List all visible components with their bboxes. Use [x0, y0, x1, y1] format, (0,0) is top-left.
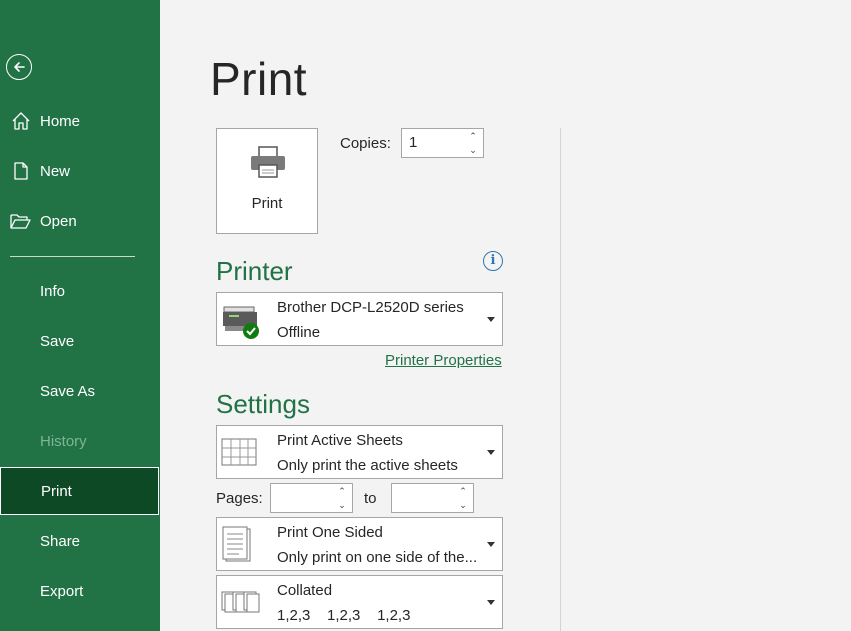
nav-share-label: Share — [40, 532, 81, 550]
nav-history-label: History — [40, 432, 87, 450]
pages-label: Pages: — [216, 490, 263, 507]
back-arrow-icon — [14, 62, 25, 72]
pages-from-up-icon[interactable]: ⌃ — [336, 486, 348, 496]
print-panel: Print Print Copies: 1 ⌃ ⌄ Printer i Brot… — [160, 0, 851, 631]
nav-info[interactable]: Info — [0, 271, 160, 311]
info-icon[interactable]: i — [483, 251, 503, 271]
one-sided-page-icon — [222, 526, 251, 562]
new-document-icon — [10, 160, 32, 182]
nav-print-label: Print — [41, 482, 72, 500]
preview-divider — [560, 128, 561, 631]
nav-new[interactable]: New — [0, 151, 160, 191]
nav-open[interactable]: Open — [0, 201, 160, 241]
settings-section-title: Settings — [216, 389, 310, 419]
nav-open-label: Open — [40, 212, 77, 230]
collation-dropdown[interactable]: Collated 1,2,3 1,2,3 1,2,3 — [216, 575, 503, 629]
printer-name: Brother DCP-L2520D series — [277, 299, 464, 316]
sidebar-divider — [10, 256, 135, 257]
nav-share[interactable]: Share — [0, 521, 160, 561]
print-what-chevron-down-icon — [487, 450, 495, 455]
nav-new-label: New — [40, 162, 71, 180]
nav-save-label: Save — [40, 332, 75, 350]
sheet-grid-icon — [221, 438, 257, 466]
collation-chevron-down-icon — [487, 600, 495, 605]
nav-home[interactable]: Home — [0, 101, 160, 141]
nav-save[interactable]: Save — [0, 321, 160, 361]
backstage-sidebar: Home New Open Info Save Save As History … — [0, 0, 160, 631]
nav-home-label: Home — [40, 112, 81, 130]
pages-to-up-icon[interactable]: ⌃ — [457, 486, 469, 496]
nav-save-as[interactable]: Save As — [0, 371, 160, 411]
open-folder-icon — [10, 210, 32, 232]
sides-title: Print One Sided — [277, 524, 383, 541]
pages-to-down-icon[interactable]: ⌄ — [457, 500, 469, 510]
collation-subtitle: 1,2,3 1,2,3 1,2,3 — [277, 607, 411, 624]
home-icon — [10, 110, 32, 132]
printer-status: Offline — [277, 324, 321, 341]
copies-stepper[interactable]: 1 ⌃ ⌄ — [401, 128, 484, 158]
print-button[interactable]: Print — [216, 128, 318, 234]
pages-to-stepper[interactable]: ⌃ ⌄ — [391, 483, 474, 513]
copies-value: 1 — [409, 134, 418, 151]
nav-save-as-label: Save As — [40, 382, 96, 400]
nav-print[interactable]: Print — [0, 467, 159, 515]
copies-down-icon[interactable]: ⌄ — [467, 145, 479, 155]
nav-info-label: Info — [40, 282, 66, 300]
back-button[interactable] — [6, 54, 32, 80]
print-what-dropdown[interactable]: Print Active Sheets Only print the activ… — [216, 425, 503, 479]
printer-device-icon — [223, 306, 259, 339]
collated-pages-icon — [221, 591, 260, 613]
print-what-subtitle: Only print the active sheets — [277, 457, 458, 474]
copies-label: Copies: — [340, 135, 391, 152]
print-what-title: Print Active Sheets — [277, 432, 403, 449]
sides-dropdown[interactable]: Print One Sided Only print on one side o… — [216, 517, 503, 571]
printer-properties-link[interactable]: Printer Properties — [385, 352, 502, 369]
pages-to-label: to — [364, 490, 377, 507]
copies-up-icon[interactable]: ⌃ — [467, 131, 479, 141]
nav-history: History — [0, 421, 160, 461]
nav-export[interactable]: Export — [0, 571, 160, 611]
sides-chevron-down-icon — [487, 542, 495, 547]
printer-icon — [251, 146, 285, 178]
printer-chevron-down-icon — [487, 317, 495, 322]
sides-subtitle: Only print on one side of the... — [277, 549, 478, 566]
page-title: Print — [210, 53, 308, 105]
printer-section-title: Printer — [216, 256, 293, 286]
printer-dropdown[interactable]: Brother DCP-L2520D series Offline — [216, 292, 503, 346]
pages-from-stepper[interactable]: ⌃ ⌄ — [270, 483, 353, 513]
nav-export-label: Export — [40, 582, 84, 600]
print-button-label: Print — [251, 195, 283, 212]
pages-from-down-icon[interactable]: ⌄ — [336, 500, 348, 510]
collation-title: Collated — [277, 582, 333, 599]
